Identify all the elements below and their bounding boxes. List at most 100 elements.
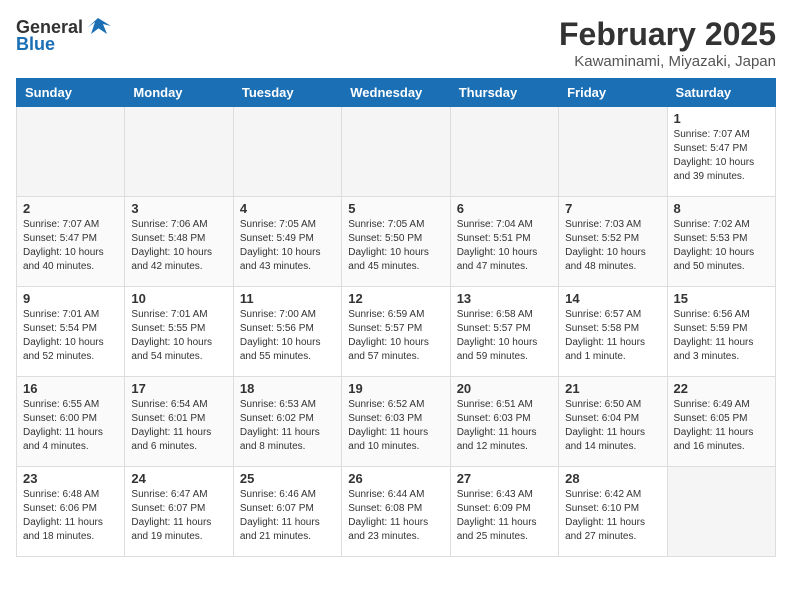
title-block: February 2025 Kawaminami, Miyazaki, Japa… xyxy=(559,16,776,70)
day-number: 15 xyxy=(674,291,769,306)
day-info: Sunrise: 6:52 AMSunset: 6:03 PMDaylight:… xyxy=(348,398,443,454)
day-number: 5 xyxy=(348,201,443,216)
calendar-day-cell xyxy=(125,107,233,197)
calendar-day-cell: 3 Sunrise: 7:06 AMSunset: 5:48 PMDaylight… xyxy=(125,197,233,287)
day-number: 8 xyxy=(674,201,769,216)
calendar-day-cell: 23Sunrise: 6:48 AMSunset: 6:06 PMDayligh… xyxy=(17,467,125,557)
calendar-day-cell: 7 Sunrise: 7:03 AMSunset: 5:52 PMDaylight… xyxy=(559,197,667,287)
logo: General Blue xyxy=(16,16,111,55)
day-number: 25 xyxy=(240,471,335,486)
weekday-header-row: SundayMondayTuesdayWednesdayThursdayFrid… xyxy=(17,79,776,107)
day-info: Sunrise: 7:04 AMSunset: 5:51 PMDaylight:… xyxy=(457,218,552,274)
month-year-title: February 2025 xyxy=(559,16,776,53)
calendar-day-cell: 6 Sunrise: 7:04 AMSunset: 5:51 PMDaylight… xyxy=(450,197,558,287)
day-number: 18 xyxy=(240,381,335,396)
day-info: Sunrise: 6:54 AMSunset: 6:01 PMDaylight:… xyxy=(131,398,226,454)
calendar-day-cell: 27 Sunrise: 6:43 AMSunset: 6:09 PMDayligh… xyxy=(450,467,558,557)
calendar-day-cell: 25 Sunrise: 6:46 AMSunset: 6:07 PMDayligh… xyxy=(233,467,341,557)
day-number: 11 xyxy=(240,291,335,306)
calendar-week-row: 1 Sunrise: 7:07 AMSunset: 5:47 PMDaylight… xyxy=(17,107,776,197)
calendar-day-cell: 18 Sunrise: 6:53 AMSunset: 6:02 PMDayligh… xyxy=(233,377,341,467)
calendar-day-cell xyxy=(17,107,125,197)
day-info: Sunrise: 7:01 AMSunset: 5:55 PMDaylight:… xyxy=(131,308,226,364)
day-info: Sunrise: 6:56 AMSunset: 5:59 PMDaylight:… xyxy=(674,308,769,364)
calendar-day-cell: 12Sunrise: 6:59 AMSunset: 5:57 PMDayligh… xyxy=(342,287,450,377)
calendar-day-cell: 26 Sunrise: 6:44 AMSunset: 6:08 PMDayligh… xyxy=(342,467,450,557)
calendar-day-cell: 15 Sunrise: 6:56 AMSunset: 5:59 PMDayligh… xyxy=(667,287,775,377)
calendar-table: SundayMondayTuesdayWednesdayThursdayFrid… xyxy=(16,78,776,557)
day-number: 20 xyxy=(457,381,552,396)
day-info: Sunrise: 6:42 AMSunset: 6:10 PMDaylight:… xyxy=(565,488,660,544)
day-info: Sunrise: 7:01 AMSunset: 5:54 PMDaylight:… xyxy=(23,308,118,364)
day-number: 24 xyxy=(131,471,226,486)
calendar-day-cell: 19 Sunrise: 6:52 AMSunset: 6:03 PMDayligh… xyxy=(342,377,450,467)
calendar-day-cell: 14 Sunrise: 6:57 AMSunset: 5:58 PMDayligh… xyxy=(559,287,667,377)
day-info: Sunrise: 7:06 AMSunset: 5:48 PMDaylight:… xyxy=(131,218,226,274)
calendar-day-cell xyxy=(233,107,341,197)
day-number: 4 xyxy=(240,201,335,216)
day-number: 6 xyxy=(457,201,552,216)
calendar-day-cell: 13 Sunrise: 6:58 AMSunset: 5:57 PMDayligh… xyxy=(450,287,558,377)
day-number: 9 xyxy=(23,291,118,306)
weekday-header: Sunday xyxy=(17,79,125,107)
day-info: Sunrise: 6:49 AMSunset: 6:05 PMDaylight:… xyxy=(674,398,769,454)
day-info: Sunrise: 7:02 AMSunset: 5:53 PMDaylight:… xyxy=(674,218,769,274)
calendar-day-cell: 11 Sunrise: 7:00 AMSunset: 5:56 PMDayligh… xyxy=(233,287,341,377)
day-number: 7 xyxy=(565,201,660,216)
weekday-header: Wednesday xyxy=(342,79,450,107)
weekday-header: Monday xyxy=(125,79,233,107)
day-number: 26 xyxy=(348,471,443,486)
calendar-week-row: 9 Sunrise: 7:01 AMSunset: 5:54 PMDaylight… xyxy=(17,287,776,377)
day-number: 28 xyxy=(565,471,660,486)
day-number: 27 xyxy=(457,471,552,486)
day-number: 23 xyxy=(23,471,118,486)
calendar-day-cell: 20 Sunrise: 6:51 AMSunset: 6:03 PMDayligh… xyxy=(450,377,558,467)
day-info: Sunrise: 6:46 AMSunset: 6:07 PMDaylight:… xyxy=(240,488,335,544)
logo-bird-icon xyxy=(85,16,111,38)
calendar-day-cell: 16 Sunrise: 6:55 AMSunset: 6:00 PMDayligh… xyxy=(17,377,125,467)
day-info: Sunrise: 7:07 AMSunset: 5:47 PMDaylight:… xyxy=(674,128,769,184)
calendar-day-cell: 1 Sunrise: 7:07 AMSunset: 5:47 PMDaylight… xyxy=(667,107,775,197)
day-number: 21 xyxy=(565,381,660,396)
calendar-day-cell: 2Sunrise: 7:07 AMSunset: 5:47 PMDaylight… xyxy=(17,197,125,287)
calendar-week-row: 23Sunrise: 6:48 AMSunset: 6:06 PMDayligh… xyxy=(17,467,776,557)
calendar-day-cell: 8 Sunrise: 7:02 AMSunset: 5:53 PMDaylight… xyxy=(667,197,775,287)
day-info: Sunrise: 6:55 AMSunset: 6:00 PMDaylight:… xyxy=(23,398,118,454)
calendar-day-cell: 28 Sunrise: 6:42 AMSunset: 6:10 PMDayligh… xyxy=(559,467,667,557)
day-number: 3 xyxy=(131,201,226,216)
day-info: Sunrise: 7:03 AMSunset: 5:52 PMDaylight:… xyxy=(565,218,660,274)
day-number: 22 xyxy=(674,381,769,396)
day-number: 13 xyxy=(457,291,552,306)
calendar-day-cell: 22 Sunrise: 6:49 AMSunset: 6:05 PMDayligh… xyxy=(667,377,775,467)
weekday-header: Saturday xyxy=(667,79,775,107)
day-number: 17 xyxy=(131,381,226,396)
day-number: 16 xyxy=(23,381,118,396)
day-info: Sunrise: 6:57 AMSunset: 5:58 PMDaylight:… xyxy=(565,308,660,364)
day-number: 12 xyxy=(348,291,443,306)
calendar-day-cell: 10 Sunrise: 7:01 AMSunset: 5:55 PMDayligh… xyxy=(125,287,233,377)
day-number: 10 xyxy=(131,291,226,306)
day-number: 1 xyxy=(674,111,769,126)
calendar-day-cell xyxy=(559,107,667,197)
day-info: Sunrise: 6:44 AMSunset: 6:08 PMDaylight:… xyxy=(348,488,443,544)
day-number: 14 xyxy=(565,291,660,306)
weekday-header: Friday xyxy=(559,79,667,107)
calendar-week-row: 2Sunrise: 7:07 AMSunset: 5:47 PMDaylight… xyxy=(17,197,776,287)
day-info: Sunrise: 7:05 AMSunset: 5:50 PMDaylight:… xyxy=(348,218,443,274)
day-info: Sunrise: 6:43 AMSunset: 6:09 PMDaylight:… xyxy=(457,488,552,544)
page-header: General Blue February 2025 Kawaminami, M… xyxy=(16,16,776,70)
day-info: Sunrise: 6:53 AMSunset: 6:02 PMDaylight:… xyxy=(240,398,335,454)
calendar-week-row: 16 Sunrise: 6:55 AMSunset: 6:00 PMDayligh… xyxy=(17,377,776,467)
calendar-day-cell: 5 Sunrise: 7:05 AMSunset: 5:50 PMDaylight… xyxy=(342,197,450,287)
day-info: Sunrise: 6:51 AMSunset: 6:03 PMDaylight:… xyxy=(457,398,552,454)
day-number: 19 xyxy=(348,381,443,396)
location-subtitle: Kawaminami, Miyazaki, Japan xyxy=(559,53,776,70)
calendar-day-cell: 24Sunrise: 6:47 AMSunset: 6:07 PMDayligh… xyxy=(125,467,233,557)
calendar-day-cell xyxy=(667,467,775,557)
weekday-header: Tuesday xyxy=(233,79,341,107)
weekday-header: Thursday xyxy=(450,79,558,107)
day-info: Sunrise: 7:00 AMSunset: 5:56 PMDaylight:… xyxy=(240,308,335,364)
day-info: Sunrise: 6:58 AMSunset: 5:57 PMDaylight:… xyxy=(457,308,552,364)
calendar-day-cell: 4Sunrise: 7:05 AMSunset: 5:49 PMDaylight… xyxy=(233,197,341,287)
calendar-day-cell: 21Sunrise: 6:50 AMSunset: 6:04 PMDayligh… xyxy=(559,377,667,467)
